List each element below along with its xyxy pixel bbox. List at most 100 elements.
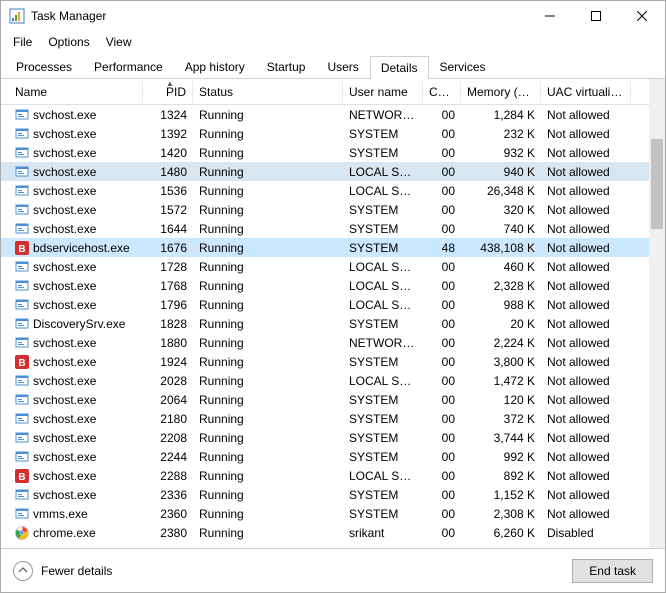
tab-performance[interactable]: Performance (83, 55, 174, 78)
cell-cpu: 00 (423, 108, 461, 122)
maximize-button[interactable] (573, 1, 619, 31)
minimize-button[interactable] (527, 1, 573, 31)
process-name: svchost.exe (33, 108, 96, 122)
cell-pid: 2336 (143, 488, 193, 502)
cell-uac: Not allowed (541, 431, 631, 445)
table-body[interactable]: svchost.exe1324RunningNETWORK...001,284 … (1, 105, 665, 548)
cell-cpu: 00 (423, 222, 461, 236)
cell-user: LOCAL SE... (343, 469, 423, 483)
tab-processes[interactable]: Processes (5, 55, 83, 78)
process-icon: B (15, 355, 29, 369)
cell-memory: 3,800 K (461, 355, 541, 369)
table-row[interactable]: svchost.exe1644RunningSYSTEM00740 KNot a… (1, 219, 665, 238)
cell-status: Running (193, 298, 343, 312)
tab-details[interactable]: Details (370, 56, 429, 79)
col-memory[interactable]: Memory (a... (461, 81, 541, 103)
app-icon (9, 8, 25, 24)
vertical-scrollbar[interactable] (649, 79, 665, 548)
cell-user: SYSTEM (343, 241, 423, 255)
table-row[interactable]: svchost.exe2064RunningSYSTEM00120 KNot a… (1, 390, 665, 409)
cell-user: LOCAL SE... (343, 260, 423, 274)
cell-uac: Not allowed (541, 507, 631, 521)
process-icon (15, 108, 29, 122)
cell-uac: Not allowed (541, 260, 631, 274)
process-icon (15, 127, 29, 141)
svg-text:B: B (18, 358, 25, 369)
cell-user: srikant (343, 526, 423, 540)
table-row[interactable]: DiscoverySrv.exe1828RunningSYSTEM0020 KN… (1, 314, 665, 333)
cell-uac: Not allowed (541, 146, 631, 160)
table-row[interactable]: chrome.exe2380Runningsrikant006,260 KDis… (1, 523, 665, 542)
col-name[interactable]: Name (9, 81, 143, 103)
table-row[interactable]: Bsvchost.exe2288RunningLOCAL SE...00892 … (1, 466, 665, 485)
table-row[interactable]: svchost.exe2180RunningSYSTEM00372 KNot a… (1, 409, 665, 428)
cell-uac: Not allowed (541, 165, 631, 179)
table-row[interactable]: vmms.exe2360RunningSYSTEM002,308 KNot al… (1, 504, 665, 523)
process-name: svchost.exe (33, 260, 96, 274)
fewer-details-button[interactable]: Fewer details (13, 561, 112, 581)
cell-pid: 2244 (143, 450, 193, 464)
end-task-button[interactable]: End task (572, 559, 653, 583)
cell-memory: 932 K (461, 146, 541, 160)
tab-users[interactable]: Users (316, 55, 369, 78)
tab-app-history[interactable]: App history (174, 55, 256, 78)
table-row[interactable]: svchost.exe1572RunningSYSTEM00320 KNot a… (1, 200, 665, 219)
cell-pid: 1796 (143, 298, 193, 312)
table-row[interactable]: svchost.exe2336RunningSYSTEM001,152 KNot… (1, 485, 665, 504)
process-icon (15, 374, 29, 388)
cell-memory: 6,260 K (461, 526, 541, 540)
col-user[interactable]: User name (343, 81, 423, 103)
process-icon: B (15, 241, 29, 255)
col-status[interactable]: Status (193, 81, 343, 103)
cell-pid: 1420 (143, 146, 193, 160)
cell-cpu: 00 (423, 146, 461, 160)
tab-services[interactable]: Services (429, 55, 497, 78)
cell-user: LOCAL SE... (343, 279, 423, 293)
table-row[interactable]: svchost.exe1324RunningNETWORK...001,284 … (1, 105, 665, 124)
process-name: svchost.exe (33, 336, 96, 350)
menu-file[interactable]: File (7, 33, 38, 51)
cell-cpu: 00 (423, 127, 461, 141)
col-uac[interactable]: UAC virtualizat... (541, 81, 631, 103)
table-row[interactable]: Bbdservicehost.exe1676RunningSYSTEM48438… (1, 238, 665, 257)
cell-user: LOCAL SE... (343, 165, 423, 179)
table-row[interactable]: svchost.exe1880RunningNETWORK...002,224 … (1, 333, 665, 352)
menu-view[interactable]: View (100, 33, 138, 51)
cell-uac: Not allowed (541, 317, 631, 331)
table-row[interactable]: svchost.exe1728RunningLOCAL SE...00460 K… (1, 257, 665, 276)
table-row[interactable]: svchost.exe2028RunningLOCAL SE...001,472… (1, 371, 665, 390)
menu-options[interactable]: Options (42, 33, 95, 51)
process-name: DiscoverySrv.exe (33, 317, 125, 331)
cell-user: NETWORK... (343, 108, 423, 122)
tab-startup[interactable]: Startup (256, 55, 317, 78)
table-row[interactable]: Bsvchost.exe1924RunningSYSTEM003,800 KNo… (1, 352, 665, 371)
table-row[interactable]: svchost.exe1768RunningLOCAL SE...002,328… (1, 276, 665, 295)
cell-status: Running (193, 260, 343, 274)
cell-uac: Not allowed (541, 469, 631, 483)
cell-pid: 2028 (143, 374, 193, 388)
process-icon (15, 526, 29, 540)
close-button[interactable] (619, 1, 665, 31)
table-row[interactable]: svchost.exe1796RunningLOCAL SE...00988 K… (1, 295, 665, 314)
cell-cpu: 00 (423, 431, 461, 445)
table-row[interactable]: svchost.exe2244RunningSYSTEM00992 KNot a… (1, 447, 665, 466)
cell-uac: Not allowed (541, 298, 631, 312)
titlebar[interactable]: Task Manager (1, 1, 665, 31)
table-row[interactable]: svchost.exe1392RunningSYSTEM00232 KNot a… (1, 124, 665, 143)
col-cpu[interactable]: CPU (423, 81, 461, 103)
table-row[interactable]: svchost.exe1480RunningLOCAL SE...00940 K… (1, 162, 665, 181)
table-row[interactable]: svchost.exe1420RunningSYSTEM00932 KNot a… (1, 143, 665, 162)
cell-status: Running (193, 488, 343, 502)
cell-memory: 940 K (461, 165, 541, 179)
process-name: svchost.exe (33, 184, 96, 198)
cell-pid: 1644 (143, 222, 193, 236)
scrollbar-thumb[interactable] (651, 139, 663, 229)
table-row[interactable]: svchost.exe2208RunningSYSTEM003,744 KNot… (1, 428, 665, 447)
cell-user: SYSTEM (343, 450, 423, 464)
process-name: svchost.exe (33, 393, 96, 407)
process-name: svchost.exe (33, 450, 96, 464)
table-row[interactable]: svchost.exe1536RunningLOCAL SE...0026,34… (1, 181, 665, 200)
cell-memory: 892 K (461, 469, 541, 483)
cell-memory: 2,328 K (461, 279, 541, 293)
cell-cpu: 00 (423, 526, 461, 540)
